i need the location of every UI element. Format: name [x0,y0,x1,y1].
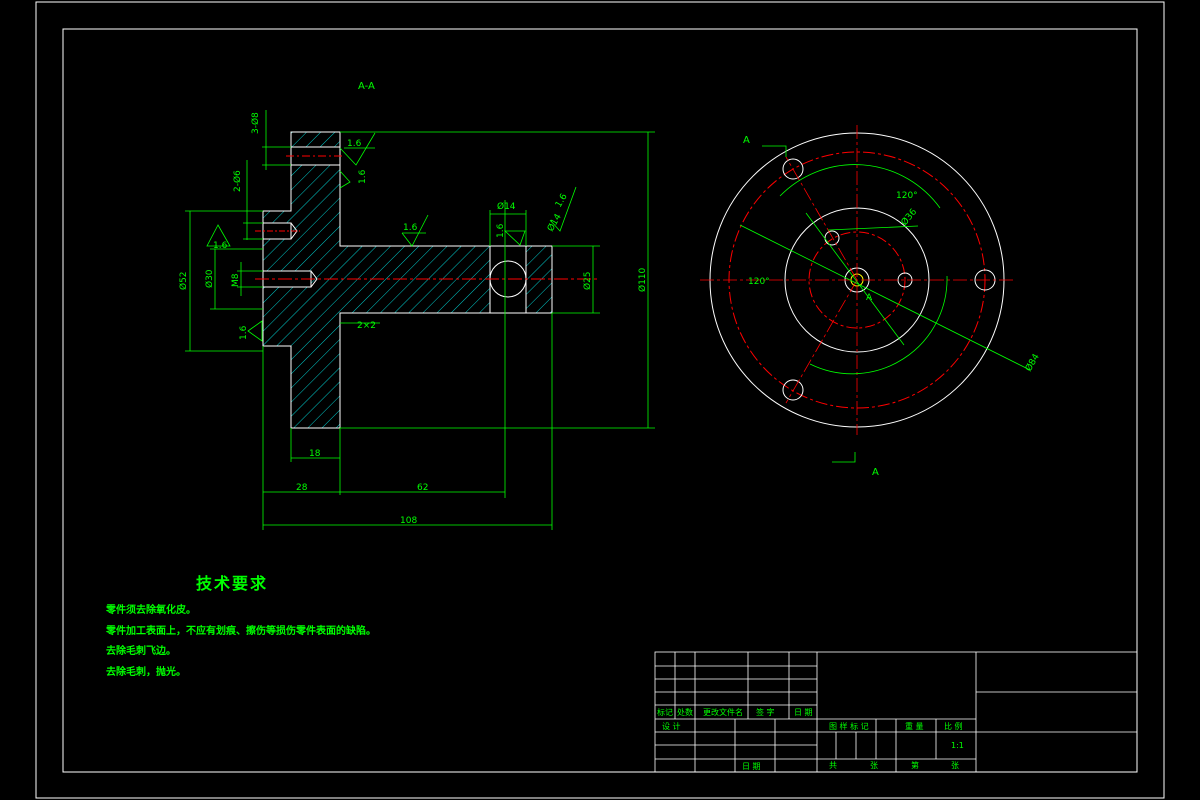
outer-bolt-hole-3 [782,379,804,401]
sheet-no-unit: 张 [951,761,959,770]
tech-requirement-item: 去除毛刺，抛光。 [106,666,186,678]
dimension-lines [185,110,655,530]
tech-requirements-title: 技术要求 [196,574,269,593]
roughness-5: 1.6 [554,192,570,210]
tech-requirements-list: 零件须去除氧化皮。 零件加工表面上，不应有划痕、擦伤等损伤零件表面的缺陷。 去除… [106,601,376,683]
section-view: A-A 1.6 1.6 1.6 1.6 1.6 1.6 1.6 3-Ø8 2-Ø… [178,81,655,530]
end-view: A A A 120° 120° Ø36 Ø84 [700,125,1042,478]
dim-d30: Ø30 [204,269,215,288]
end-view-dimensions [739,145,1031,463]
view-arrow-label-bottom: A [872,467,879,478]
design-label: 设 计 [662,721,681,731]
dim-d110: Ø110 [637,267,648,292]
inner-hole-1 [824,230,840,246]
view-arrow-label-top: A [743,135,750,146]
dim-m8: M8 [231,273,241,287]
roughness-3: 1.6 [403,223,418,233]
roughness-6: 1.6 [213,241,228,251]
dim-d14-top: Ø14 [497,201,516,212]
date-label: 日 期 [742,762,761,771]
angle-120-left: 120° [748,277,770,287]
dim-d25: Ø25 [582,271,593,290]
scale-label: 比 例 [944,721,963,731]
rev-header-mark: 标记 [657,707,673,717]
title-block-text: 标记 处数 更改文件名 签 字 日 期 设 计 日 期 图 样 标 记 重 量 … [657,707,964,771]
dim-d14-side: Ø14 [545,212,564,234]
angle-120-top: 120° [896,191,918,201]
sheet-total-unit: 张 [870,761,878,770]
dim-len-18: 18 [309,449,321,459]
dim-d36: Ø36 [899,206,920,227]
dim-len-62: 62 [417,483,428,493]
tech-requirement-item: 零件须去除氧化皮。 [106,605,196,616]
weight-label: 重 量 [905,721,924,731]
tech-requirement-item: 去除毛刺飞边。 [106,646,176,657]
dim-3-holes: 3-Ø8 [250,112,261,134]
roughness-2: 1.6 [358,169,368,184]
sheet-total-label: 共 [829,761,837,770]
rev-header-sign: 签 字 [756,707,775,717]
rev-header-count: 处数 [677,707,693,717]
sheet-no-label: 第 [911,760,919,770]
dim-d52: Ø52 [178,271,189,290]
dim-len-108: 108 [400,516,417,526]
scale-value: 1:1 [951,741,964,750]
roughness-4: 1.6 [496,223,506,238]
dim-d84: Ø84 [1023,352,1042,374]
rev-header-date: 日 期 [794,708,813,717]
roughness-7: 1.6 [239,325,249,340]
section-label: A-A [358,81,375,92]
dim-chamfer: 2×2 [357,321,376,331]
tech-requirement-item: 零件加工表面上，不应有划痕、擦伤等损伤零件表面的缺陷。 [106,625,376,637]
rev-header-file: 更改文件名 [703,707,743,717]
roughness-1: 1.6 [347,139,362,149]
dim-len-28: 28 [296,483,308,493]
dim-2-holes: 2-Ø6 [232,170,243,192]
view-arrow-label-center: A [866,293,873,303]
drawing-mark-label: 图 样 标 记 [829,721,869,731]
